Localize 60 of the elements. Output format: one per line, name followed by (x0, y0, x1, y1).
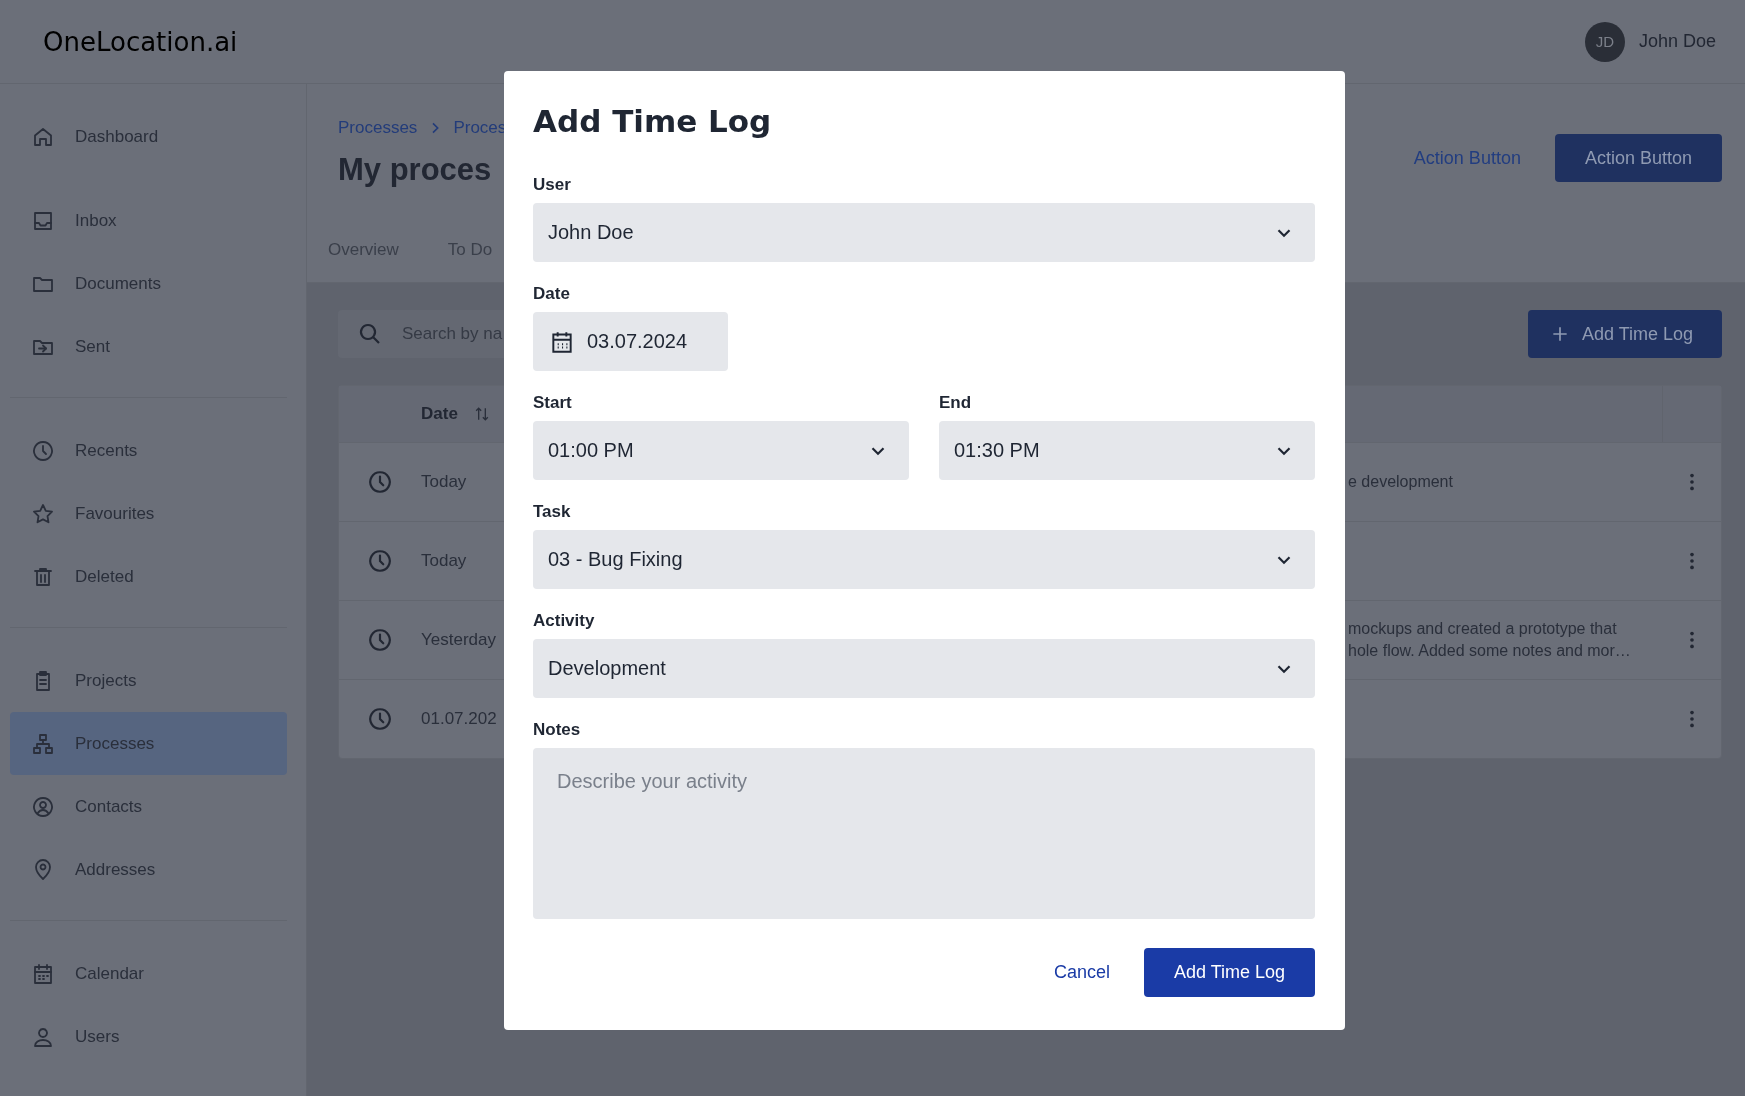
sidebar-item[interactable]: Calendar (10, 942, 287, 1005)
calendar-icon (31, 961, 55, 986)
add-time-log-button[interactable]: Add Time Log (1527, 310, 1722, 358)
table-cell: Today (421, 551, 467, 571)
action-button[interactable]: Action Button (1413, 134, 1521, 182)
more-options-icon[interactable] (1688, 550, 1695, 572)
clock-icon (31, 438, 55, 463)
select-field[interactable]: John Doe (533, 203, 1315, 262)
sidebar-item[interactable]: Addresses (10, 838, 287, 901)
more-options-icon[interactable] (1688, 471, 1695, 493)
field-label: Task (533, 502, 572, 522)
clock-icon (367, 469, 393, 495)
column-header[interactable]: Date (421, 404, 458, 424)
hierarchy-icon (31, 731, 55, 756)
submit-button[interactable]: Add Time Log (1143, 948, 1315, 997)
sidebar-item[interactable]: Sent (10, 315, 287, 378)
breadcrumb-link[interactable]: Proces (453, 118, 507, 138)
star-icon (31, 501, 55, 526)
sidebar-item[interactable]: Dashboard (10, 105, 287, 168)
field-label: Activity (533, 611, 596, 631)
field-label: End (939, 393, 973, 413)
avatar[interactable]: JD (1584, 21, 1625, 62)
notes-field[interactable]: Describe your activity (533, 748, 1315, 919)
sidebar-item[interactable]: Documents (10, 252, 287, 315)
more-options-icon[interactable] (1688, 629, 1695, 651)
table-cell: 01.07.202 (421, 709, 497, 729)
sidebar-item[interactable]: Recents (10, 419, 287, 482)
table-cell: Yesterday (421, 630, 496, 650)
sidebar-item[interactable]: Contacts (10, 775, 287, 838)
breadcrumb-link[interactable]: Processes (338, 118, 418, 138)
user-circle-icon (31, 794, 55, 819)
select-field[interactable]: Development (533, 639, 1315, 698)
field-label: User (533, 175, 572, 195)
sidebar-item[interactable]: Users (10, 1005, 287, 1068)
page-title: My proces (338, 152, 493, 188)
sidebar-item[interactable]: Favourites (10, 482, 287, 545)
select-field[interactable]: 01:00 PM (533, 421, 909, 480)
table-cell-text: e development (1348, 472, 1453, 492)
sidebar-item[interactable]: Inbox (10, 189, 287, 252)
search-icon (358, 322, 382, 346)
select-field[interactable]: 03 - Bug Fixing (533, 530, 1315, 589)
table-cell-text: mockups and created a prototype that hole flow. Added some notes and mor… (1348, 619, 1631, 661)
dialog-title: Add Time Log (533, 103, 773, 139)
date-field[interactable]: 03.07.2024 (533, 312, 728, 371)
sidebar-item[interactable]: Deleted (10, 545, 287, 608)
select-field[interactable]: 01:30 PM (939, 421, 1315, 480)
more-options-icon[interactable] (1688, 708, 1695, 730)
sidebar-item[interactable]: Processes (10, 712, 287, 775)
clock-icon (367, 548, 393, 574)
logo: OneLocation.ai (43, 26, 238, 57)
user-name: John Doe (1638, 31, 1716, 52)
clock-icon (367, 627, 393, 653)
sidebar-item[interactable]: Projects (10, 649, 287, 712)
cancel-button[interactable]: Cancel (1053, 948, 1110, 997)
field-label: Date (533, 284, 571, 304)
field-label: Notes (533, 720, 582, 740)
field-label: Start (533, 393, 573, 413)
clock-icon (367, 706, 393, 732)
action-button[interactable]: Action Button (1554, 134, 1722, 182)
table-cell: Today (421, 472, 467, 492)
